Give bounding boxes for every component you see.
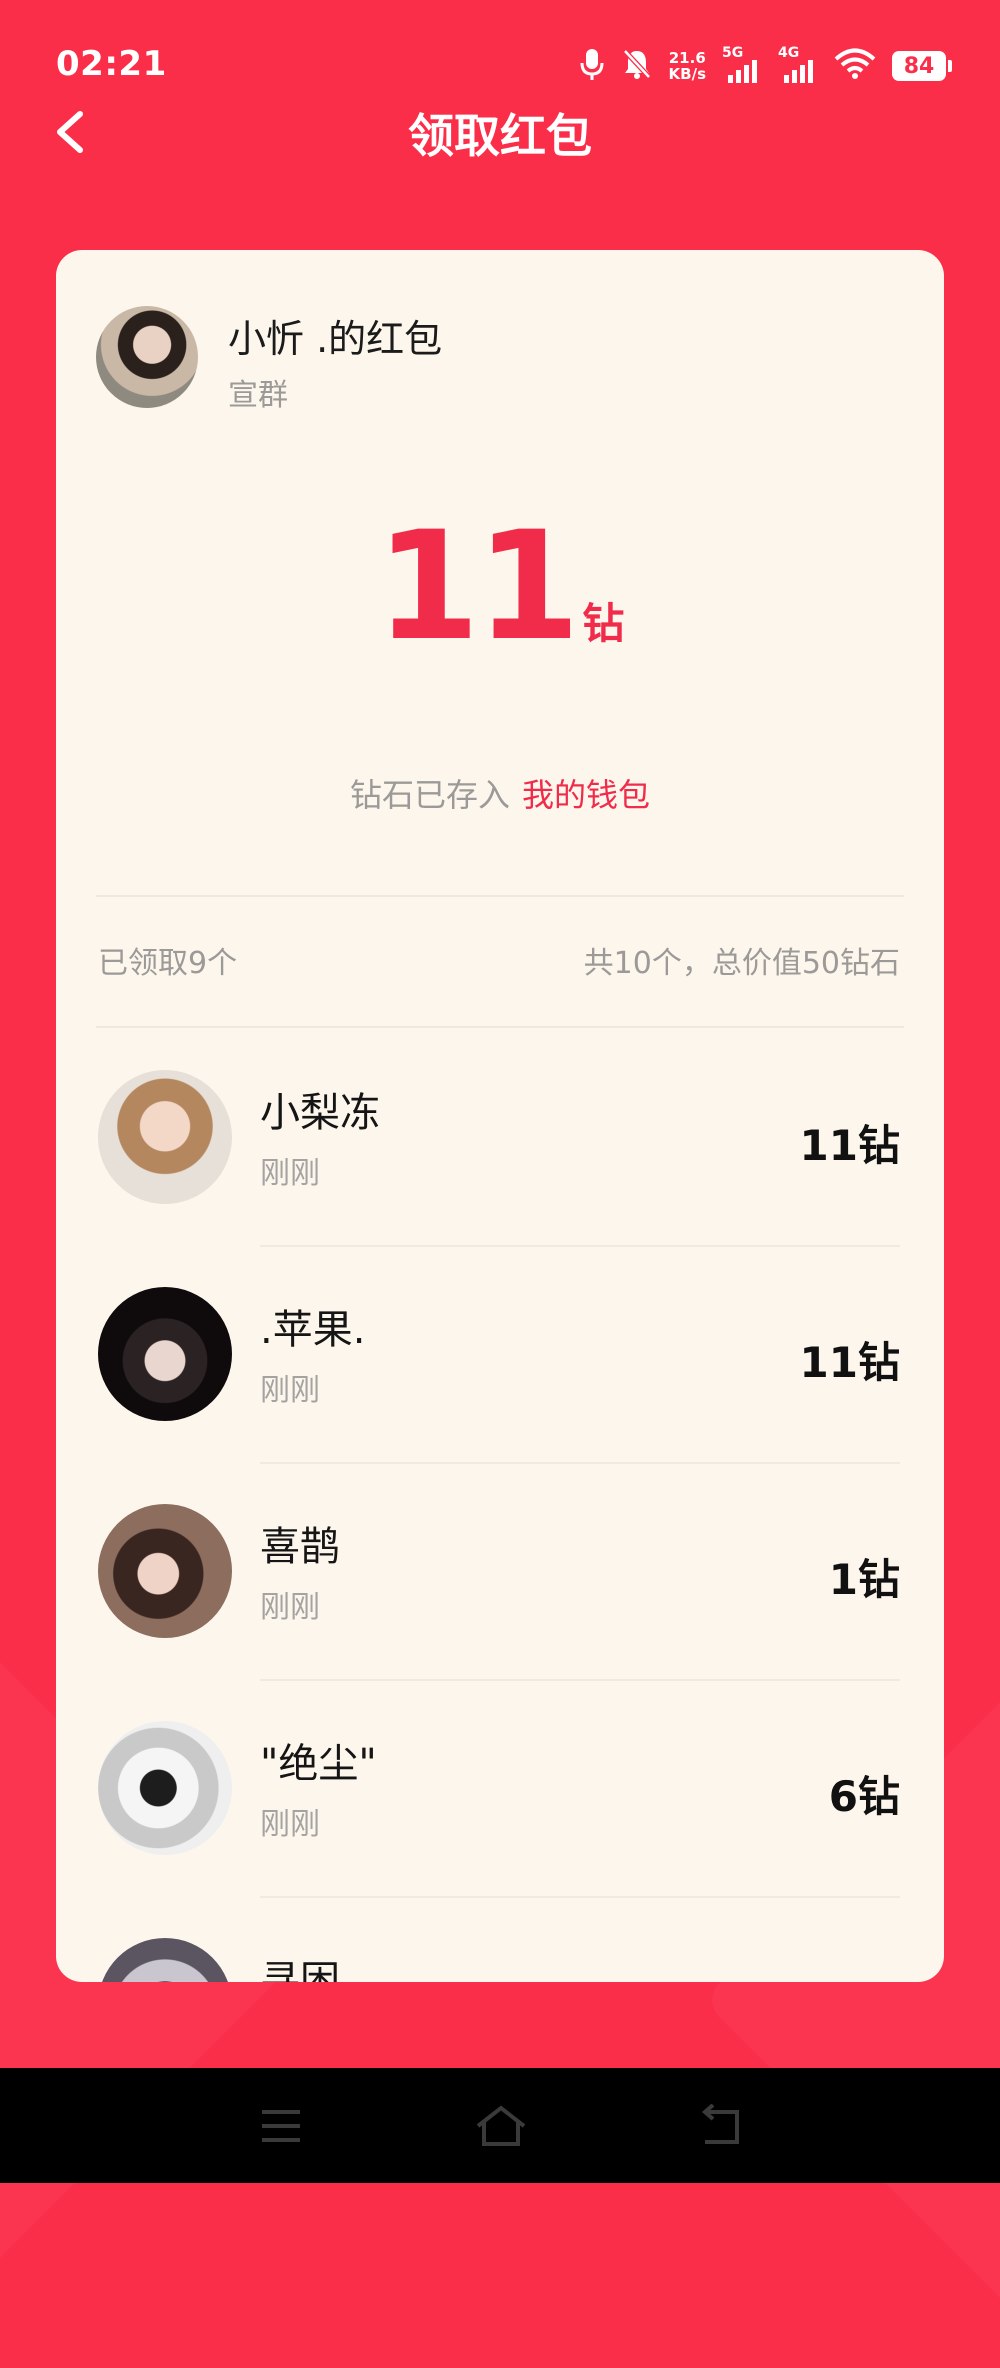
total-summary: 共10个，总价值50钻石 (583, 946, 900, 981)
network-speed: 21.6 KB/s (669, 50, 706, 82)
claimer-name: 寻困 (260, 1958, 340, 1982)
claim-time: 刚刚 (260, 1156, 320, 1191)
amount-unit: 钻 (582, 599, 625, 648)
received-amount: 11 钻 (56, 500, 944, 674)
my-wallet-link[interactable]: 我的钱包 (522, 776, 650, 814)
claim-list: 小梨冻 刚刚 11钻 .苹果. 刚刚 11钻 喜鹊 刚刚 1钻 "绝尘" 刚刚 … (56, 1030, 944, 1982)
signal-bars-icon (728, 60, 757, 83)
avatar[interactable] (98, 1070, 232, 1204)
menu-icon (262, 2110, 300, 2142)
signal-5g-label: 5G (722, 45, 744, 61)
system-back-button[interactable] (697, 2103, 747, 2148)
network-speed-unit: KB/s (668, 65, 706, 83)
claim-time: 刚刚 (260, 1590, 320, 1625)
claimer-name: .苹果. (260, 1307, 366, 1353)
sender-name: 小忻 .的红包 (228, 317, 443, 361)
home-button[interactable] (474, 2104, 526, 2148)
claimer-name: 小梨冻 (260, 1090, 380, 1136)
wifi-icon (834, 48, 876, 84)
battery-indicator: 84 (892, 51, 952, 81)
claim-time: 刚刚 (260, 1807, 320, 1842)
divider (96, 895, 904, 897)
claim-row[interactable]: 寻困 刚刚 1钻 (56, 1898, 944, 1982)
claim-amount: 11钻 (799, 1338, 900, 1387)
claim-amount: 1钻 (829, 1980, 900, 1982)
system-nav-bar (0, 2068, 1000, 2183)
claimer-name: "绝尘" (260, 1741, 377, 1787)
home-icon (476, 2105, 526, 2146)
status-icons: 21.6 KB/s 5G 4G 84 (579, 45, 952, 86)
signal-4g-label: 4G (778, 45, 800, 61)
network-speed-value: 21.6 (668, 49, 706, 67)
claim-amount: 1钻 (828, 1555, 900, 1604)
wallet-notice: 钻石已存入 我的钱包 (56, 770, 944, 816)
claim-row[interactable]: .苹果. 刚刚 11钻 (56, 1247, 944, 1464)
microphone-icon (579, 47, 605, 85)
amount-value: 11 (375, 500, 581, 674)
divider (96, 1026, 904, 1028)
sender-group: 宣群 (228, 378, 288, 413)
avatar[interactable] (98, 1721, 232, 1855)
page-title: 领取红包 (408, 109, 592, 163)
signal-bars-icon (784, 60, 813, 83)
signal-5g: 5G (722, 45, 762, 83)
red-packet-card: 小忻 .的红包 宣群 11 钻 钻石已存入 我的钱包 已领取9个 共10个，总价值5… (56, 250, 944, 1982)
wallet-notice-text: 钻石已存入 (349, 776, 510, 814)
claim-amount: 11钻 (799, 1121, 900, 1170)
claim-amount: 6钻 (828, 1772, 900, 1821)
avatar[interactable] (98, 1504, 232, 1638)
bell-muted-icon (621, 47, 653, 85)
return-icon (701, 2103, 739, 2144)
avatar[interactable] (98, 1938, 232, 1982)
avatar[interactable] (98, 1287, 232, 1421)
claim-row[interactable]: 小梨冻 刚刚 11钻 (56, 1030, 944, 1247)
recent-apps-button[interactable] (256, 2104, 306, 2148)
claim-row[interactable]: "绝尘" 刚刚 6钻 (56, 1681, 944, 1898)
claimed-count: 已领取9个 (98, 946, 238, 981)
status-time: 02:21 (56, 44, 167, 84)
claim-time: 刚刚 (260, 1373, 320, 1408)
claim-row[interactable]: 喜鹊 刚刚 1钻 (56, 1464, 944, 1681)
sender-avatar[interactable] (96, 306, 198, 408)
signal-4g: 4G (778, 45, 818, 83)
claimer-name: 喜鹊 (260, 1524, 340, 1570)
